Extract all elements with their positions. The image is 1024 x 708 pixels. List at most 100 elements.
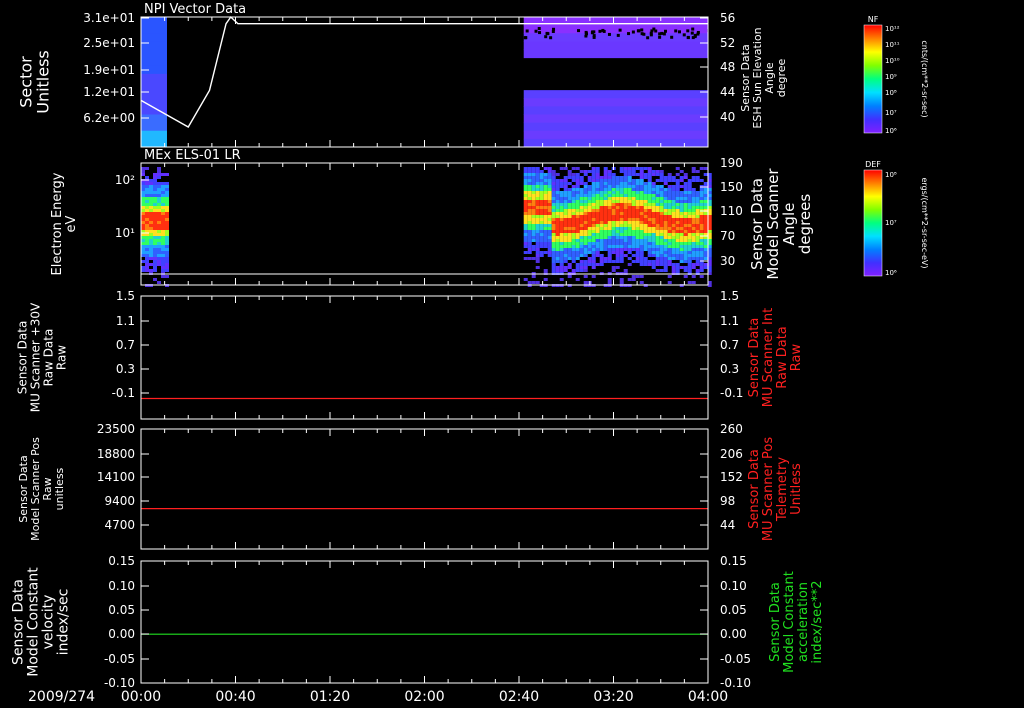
time-tick-label: 00:00: [121, 689, 161, 705]
spectrogram-cell: [619, 167, 624, 170]
spectrogram-cell: [157, 236, 161, 239]
spectrogram-cell: [591, 245, 596, 248]
spectrogram-cell: [683, 275, 688, 278]
spectrogram-cell: [687, 227, 692, 230]
spectrogram-cell: [555, 224, 560, 227]
spectrogram-cell: [579, 188, 584, 191]
spectrogram-cell: [679, 245, 684, 248]
y-tick-label: 1.9e+01: [83, 63, 135, 77]
spectrogram-cell: [531, 248, 536, 251]
spectrogram-cell: [683, 269, 688, 272]
right-y-tick-label: 190: [720, 156, 743, 170]
spectrogram-cell: [663, 230, 668, 233]
def-colorbar-tick-label: 10⁸: [885, 171, 897, 179]
spectrogram-cell: [643, 206, 648, 209]
spectrogram-cell: [679, 254, 684, 257]
spectrogram-cell: [699, 212, 704, 215]
spectrogram-cell: [547, 176, 552, 179]
spectrogram-cell: [611, 206, 616, 209]
spectrogram-cell: [591, 170, 596, 173]
spectrogram-cell: [539, 185, 544, 188]
spectrogram-cell: [575, 218, 580, 221]
spectrogram-cell: [623, 224, 628, 227]
spectrogram-cell: [563, 251, 568, 254]
spectrogram-cell: [567, 200, 572, 203]
time-tick-label: 00:40: [215, 689, 255, 705]
spectrogram-cell: [603, 188, 608, 191]
spectrogram-cell: [587, 203, 592, 206]
spectrogram-cell: [691, 248, 696, 251]
spectrogram-cell: [157, 215, 161, 218]
spectrogram-cell: [679, 215, 684, 218]
spectrogram-cell: [667, 194, 672, 197]
spectrogram-cell: [153, 197, 157, 200]
spectrogram-cell: [623, 167, 628, 170]
heatmap-gap: [640, 32, 644, 36]
heatmap-gap: [654, 29, 658, 33]
spectrogram-cell: [583, 197, 588, 200]
spectrogram-cell: [523, 242, 528, 245]
spectrogram-cell: [157, 212, 161, 215]
spectrogram-cell: [595, 170, 600, 173]
spectrogram-cell: [559, 203, 564, 206]
spectrogram-cell: [687, 248, 692, 251]
spectrogram-cell: [635, 209, 640, 212]
spectrogram-cell: [683, 182, 688, 185]
spectrogram-cell: [647, 227, 652, 230]
right-y-tick-label: -0.05: [720, 652, 751, 666]
spectrogram-cell: [587, 176, 592, 179]
spectrogram-cell: [643, 227, 648, 230]
spectrogram-cell: [635, 254, 640, 257]
spectrogram-cell: [165, 212, 169, 215]
spectrogram-cell: [635, 167, 640, 170]
spectrogram-cell: [643, 182, 648, 185]
spectrogram-cell: [703, 245, 708, 248]
spectrogram-cell: [627, 209, 632, 212]
spectrogram-cell: [555, 269, 560, 272]
spectrogram-cell: [703, 254, 708, 257]
spectrogram-cell: [635, 203, 640, 206]
spectrogram-cell: [583, 281, 588, 284]
spectrogram-cell: [571, 245, 576, 248]
spectrogram-cell: [575, 278, 580, 281]
spectrogram-cell: [647, 206, 652, 209]
spectrogram-cell: [635, 275, 640, 278]
spectrogram-cell: [639, 212, 644, 215]
spectrogram-cell: [691, 239, 696, 242]
spectrogram-cell: [141, 203, 145, 206]
spectrogram-cell: [615, 260, 620, 263]
spectrogram-cell: [659, 170, 664, 173]
spectrogram-cell: [567, 221, 572, 224]
spectrogram-cell: [671, 206, 676, 209]
spectrogram-cell: [611, 179, 616, 182]
spectrogram-cell: [583, 188, 588, 191]
spectrogram-cell: [563, 188, 568, 191]
spectrogram-cell: [703, 212, 708, 215]
panel-2-title: MEx ELS-01 LR: [144, 148, 241, 163]
spectrogram-cell: [671, 179, 676, 182]
spectrogram-cell: [643, 203, 648, 206]
spectrogram-cell: [699, 203, 704, 206]
spectrogram-cell: [579, 248, 584, 251]
spectrogram-cell: [675, 167, 680, 170]
spectrogram-cell: [619, 260, 624, 263]
y-tick-label: 1.5: [116, 289, 135, 303]
spectrogram-cell: [699, 257, 704, 260]
spectrogram-cell: [651, 251, 656, 254]
spectrogram-cell: [623, 215, 628, 218]
spectrogram-cell: [595, 251, 600, 254]
spectrogram-cell: [535, 281, 540, 284]
spectrogram-cell: [643, 242, 648, 245]
spectrogram-cell: [623, 173, 628, 176]
spectrogram-cell: [611, 191, 616, 194]
spectrogram-cell: [607, 233, 612, 236]
spectrogram-cell: [539, 215, 544, 218]
spectrogram-cell: [699, 254, 704, 257]
spectrogram-cell: [687, 221, 692, 224]
spectrogram-cell: [659, 254, 664, 257]
spectrogram-cell: [579, 260, 584, 263]
spectrogram-cell: [543, 206, 548, 209]
spectrogram-cell: [631, 221, 636, 224]
spectrogram-cell: [547, 239, 552, 242]
spectrogram-cell: [145, 215, 149, 218]
